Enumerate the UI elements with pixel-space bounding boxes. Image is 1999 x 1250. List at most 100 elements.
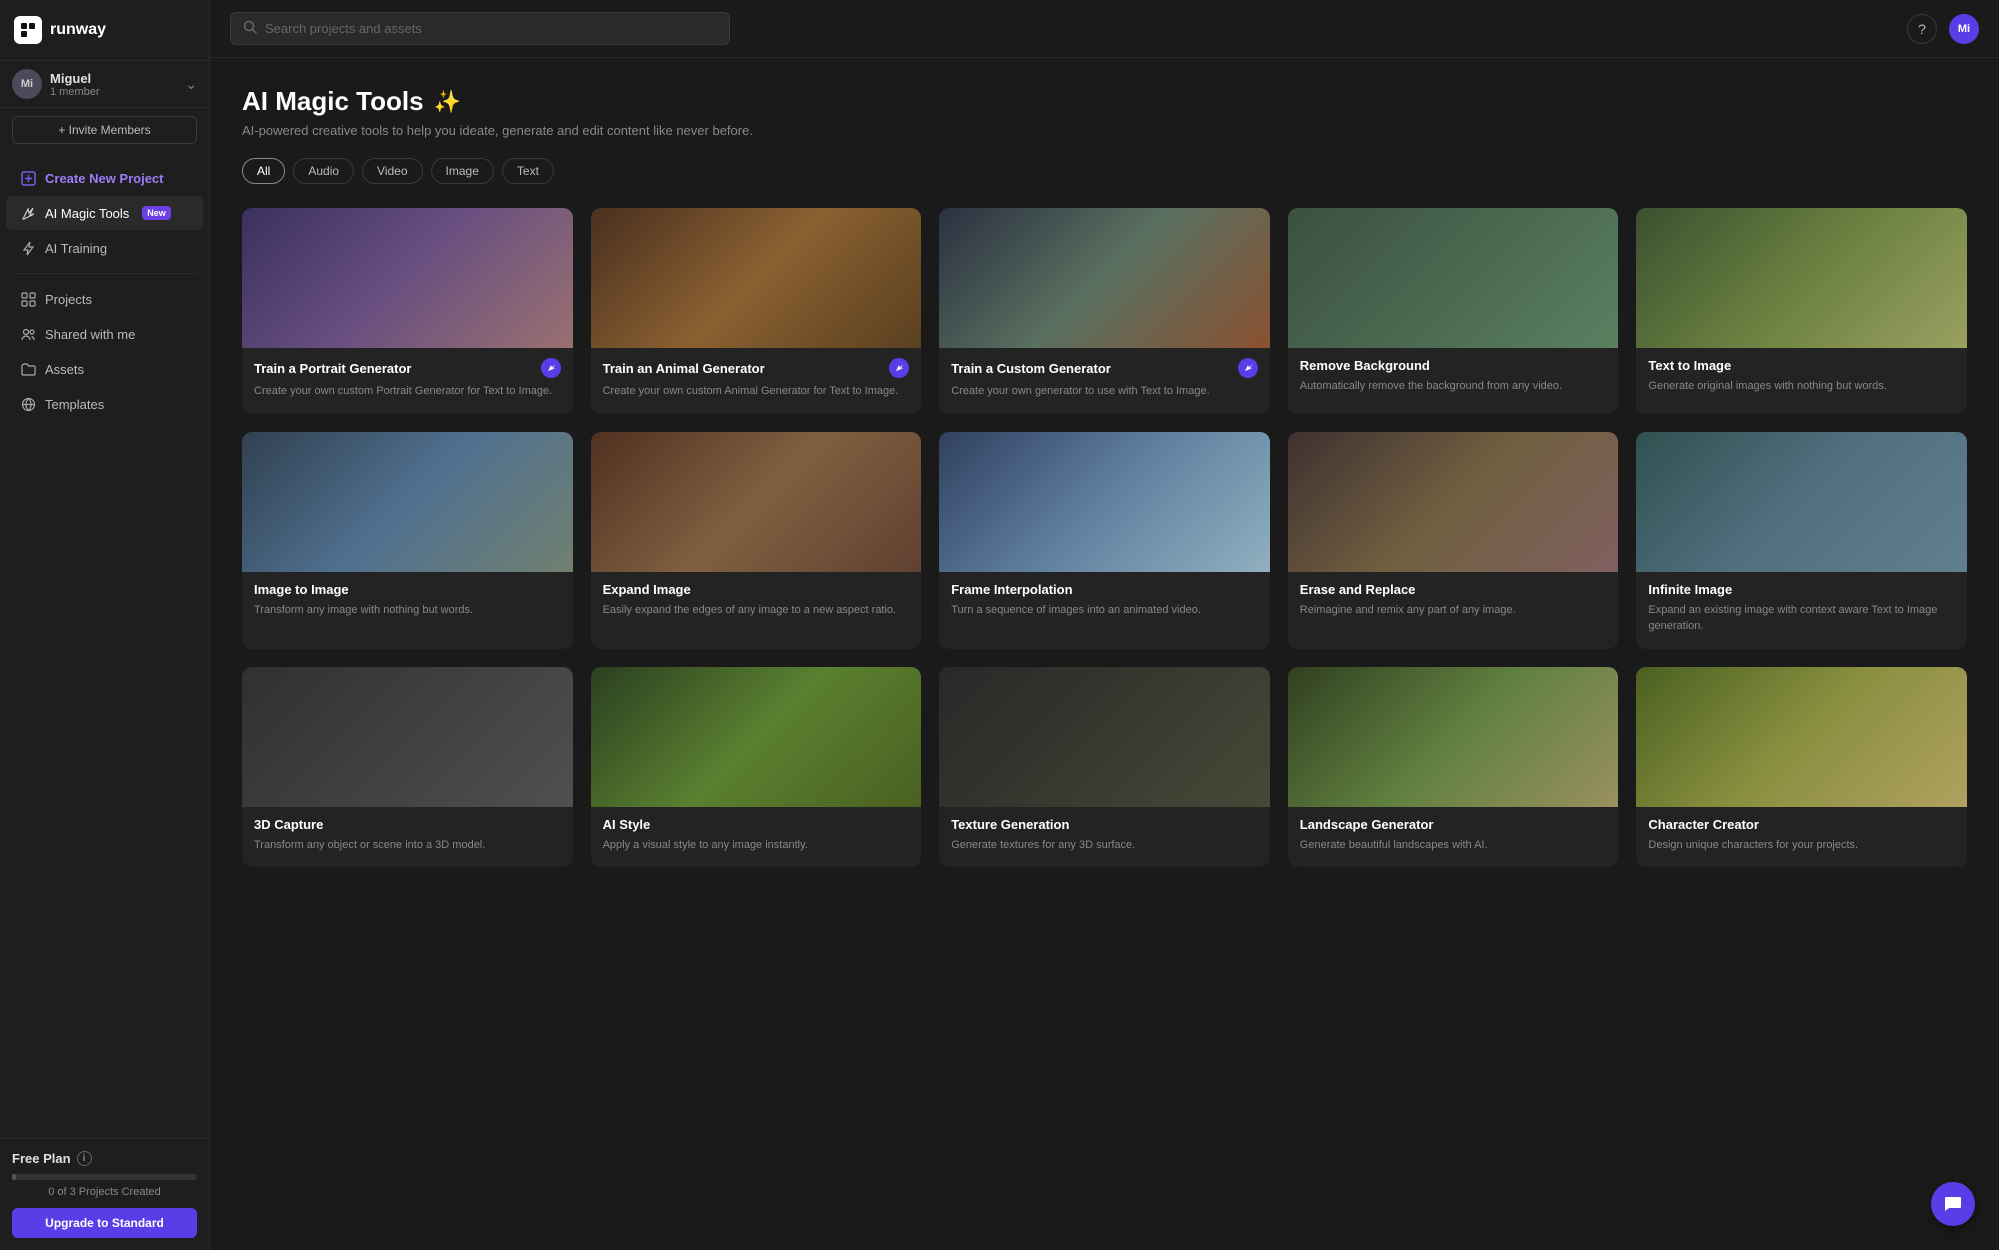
tool-card-image [1288, 208, 1619, 348]
tool-card-image [1636, 432, 1967, 572]
tool-card-title: Character Creator [1648, 817, 1759, 832]
tool-card-badge-icon [541, 358, 561, 378]
tool-card-tool-row3-1[interactable]: 3D CaptureTransform any object or scene … [242, 667, 573, 868]
tool-card-body: Image to ImageTransform any image with n… [242, 572, 573, 633]
sparkle-icon: ✨ [434, 89, 461, 115]
tool-card-image [591, 667, 922, 807]
avatar: Mi [12, 69, 42, 99]
chat-button[interactable] [1931, 1182, 1975, 1226]
projects-count: 0 of 3 Projects Created [12, 1186, 197, 1198]
tool-card-title: Landscape Generator [1300, 817, 1434, 832]
sidebar-item-label: Templates [45, 397, 104, 412]
user-avatar-top[interactable]: Mi [1949, 14, 1979, 44]
tool-card-desc: Design unique characters for your projec… [1648, 837, 1955, 854]
tool-card-portrait-generator[interactable]: Train a Portrait Generator Create your o… [242, 208, 573, 414]
tool-card-image [242, 208, 573, 348]
tool-card-body: Infinite ImageExpand an existing image w… [1636, 572, 1967, 649]
search-input[interactable] [265, 21, 717, 36]
tool-card-image-to-image[interactable]: Image to ImageTransform any image with n… [242, 432, 573, 649]
sidebar-item-ai-training[interactable]: AI Training [6, 231, 203, 265]
sidebar-item-label: AI Magic Tools [45, 206, 129, 221]
help-button[interactable]: ? [1907, 14, 1937, 44]
sidebar-item-label: AI Training [45, 241, 107, 256]
page-subtitle: AI-powered creative tools to help you id… [242, 123, 1967, 138]
tool-card-tool-row3-4[interactable]: Landscape GeneratorGenerate beautiful la… [1288, 667, 1619, 868]
progress-bar-fill [12, 1174, 16, 1180]
sidebar-item-create-new-project[interactable]: Create New Project [6, 161, 203, 195]
tool-card-badge-icon [889, 358, 909, 378]
search-bar[interactable] [230, 12, 730, 45]
tool-card-tool-row3-2[interactable]: AI StyleApply a visual style to any imag… [591, 667, 922, 868]
tool-card-title: Remove Background [1300, 358, 1430, 373]
tool-card-body: Landscape GeneratorGenerate beautiful la… [1288, 807, 1619, 868]
user-area[interactable]: Mi Miguel 1 member ⌄ [0, 60, 209, 108]
bottom-section: Free Plan i 0 of 3 Projects Created Upgr… [0, 1138, 209, 1250]
tool-card-desc: Generate textures for any 3D surface. [951, 837, 1258, 854]
page-title: AI Magic Tools [242, 86, 424, 117]
filter-video[interactable]: Video [362, 158, 422, 184]
invite-members-button[interactable]: + Invite Members [12, 116, 197, 144]
sidebar-item-templates[interactable]: Templates [6, 387, 203, 421]
filter-image[interactable]: Image [431, 158, 494, 184]
filter-audio[interactable]: Audio [293, 158, 354, 184]
tool-card-title: Text to Image [1648, 358, 1731, 373]
sidebar-item-ai-magic-tools[interactable]: AI Magic Tools New [6, 196, 203, 230]
globe-icon [20, 396, 36, 412]
tool-card-body: Train an Animal Generator Create your ow… [591, 348, 922, 414]
tool-card-image [591, 432, 922, 572]
tool-card-title: Train a Portrait Generator [254, 361, 412, 376]
tool-card-body: Erase and ReplaceReimagine and remix any… [1288, 572, 1619, 633]
tool-card-image [1636, 667, 1967, 807]
tool-card-title: Frame Interpolation [951, 582, 1072, 597]
tools-grid: Train a Portrait Generator Create your o… [242, 208, 1967, 867]
tool-card-frame-interpolation[interactable]: Frame Interpolation Turn a sequence of im… [939, 432, 1270, 649]
tool-card-text-to-image[interactable]: Text to Image Generate original images wi… [1636, 208, 1967, 414]
tool-card-erase-and-replace[interactable]: Erase and ReplaceReimagine and remix any… [1288, 432, 1619, 649]
top-bar: ? Mi [210, 0, 1999, 58]
tool-card-image [242, 667, 573, 807]
sidebar-item-label: Projects [45, 292, 92, 307]
tool-card-desc: Generate original images with nothing bu… [1648, 378, 1955, 395]
logo-icon [14, 16, 42, 44]
sidebar: runway Mi Miguel 1 member ⌄ + Invite Mem… [0, 0, 210, 1250]
sidebar-item-assets[interactable]: Assets [6, 352, 203, 386]
tool-card-expand-image[interactable]: Expand ImageEasily expand the edges of a… [591, 432, 922, 649]
tool-card-title: Train a Custom Generator [951, 361, 1111, 376]
tool-card-custom-generator[interactable]: Train a Custom Generator Create your own… [939, 208, 1270, 414]
tool-card-tool-row3-5[interactable]: Character Creator Design unique character… [1636, 667, 1967, 868]
tool-card-title: Texture Generation [951, 817, 1069, 832]
user-menu-chevron-icon[interactable]: ⌄ [185, 76, 197, 93]
sidebar-item-label: Assets [45, 362, 84, 377]
info-icon[interactable]: i [77, 1151, 92, 1166]
grid-icon [20, 291, 36, 307]
sidebar-item-shared-with-me[interactable]: Shared with me [6, 317, 203, 351]
tool-card-desc: Create your own custom Portrait Generato… [254, 383, 561, 400]
filter-all[interactable]: All [242, 158, 285, 184]
tool-card-title: 3D Capture [254, 817, 323, 832]
user-member-count: 1 member [50, 86, 177, 98]
progress-bar [12, 1174, 197, 1180]
tool-card-body: 3D CaptureTransform any object or scene … [242, 807, 573, 868]
tool-card-body: AI StyleApply a visual style to any imag… [591, 807, 922, 868]
upgrade-to-standard-button[interactable]: Upgrade to Standard [12, 1208, 197, 1238]
tool-card-desc: Create your own custom Animal Generator … [603, 383, 910, 400]
tool-card-image [242, 432, 573, 572]
search-icon [243, 20, 257, 37]
sidebar-item-projects[interactable]: Projects [6, 282, 203, 316]
tool-card-desc: Create your own generator to use with Te… [951, 383, 1258, 400]
tool-card-tool-row3-3[interactable]: Texture Generation Generate textures for … [939, 667, 1270, 868]
top-right-actions: ? Mi [1907, 14, 1979, 44]
logo-area: runway [0, 0, 209, 60]
tool-card-desc: Easily expand the edges of any image to … [603, 602, 910, 619]
tool-card-desc: Turn a sequence of images into an animat… [951, 602, 1258, 619]
tool-card-infinite-image[interactable]: Infinite ImageExpand an existing image w… [1636, 432, 1967, 649]
tool-card-body: Train a Custom Generator Create your own… [939, 348, 1270, 414]
tool-card-remove-background[interactable]: Remove Background Automatically remove th… [1288, 208, 1619, 414]
free-plan-label: Free Plan i [12, 1151, 197, 1166]
tool-card-body: Train a Portrait Generator Create your o… [242, 348, 573, 414]
tool-card-desc: Automatically remove the background from… [1300, 378, 1607, 395]
tool-card-image [939, 208, 1270, 348]
tool-card-animal-generator[interactable]: Train an Animal Generator Create your ow… [591, 208, 922, 414]
filter-text[interactable]: Text [502, 158, 554, 184]
filter-row: All Audio Video Image Text [242, 158, 1967, 184]
